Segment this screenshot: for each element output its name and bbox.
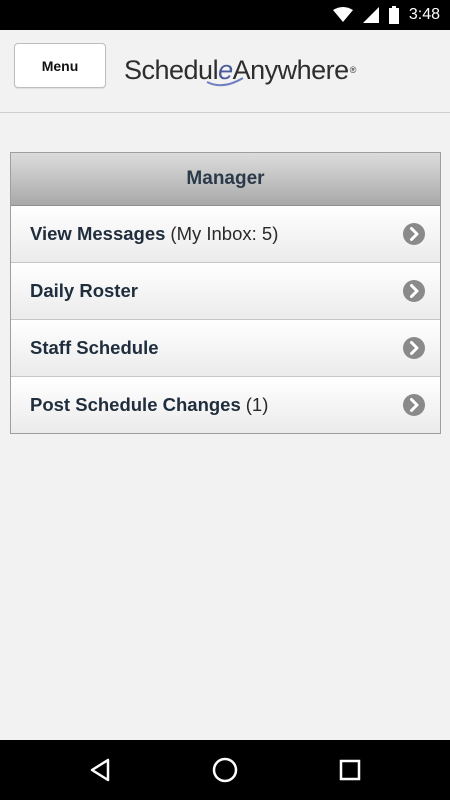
status-icons: 3:48 (332, 0, 440, 30)
app-logo: Schedul e Anywhere ® (124, 50, 356, 90)
chevron-right-icon (403, 223, 425, 245)
menu-button[interactable]: Menu (14, 43, 106, 88)
status-time: 3:48 (408, 6, 440, 23)
manager-panel: Manager View Messages (My Inbox: 5) Dail… (10, 152, 441, 434)
status-bar: 3:48 (0, 0, 450, 30)
logo-text-part1: Schedul (124, 54, 219, 85)
list-item-extra: (My Inbox: 5) (170, 223, 279, 244)
logo-text-part3: Anywhere (232, 54, 350, 85)
list-item-extra: (1) (245, 394, 269, 415)
list-item-post-schedule-changes[interactable]: Post Schedule Changes (1) (11, 377, 440, 433)
list-item-view-messages[interactable]: View Messages (My Inbox: 5) (11, 206, 440, 263)
battery-icon (388, 6, 399, 24)
app-header: Menu Schedul e Anywhere ® (0, 30, 450, 113)
chevron-right-icon (403, 280, 425, 302)
list-item-staff-schedule[interactable]: Staff Schedule (11, 320, 440, 377)
recents-icon[interactable] (335, 755, 365, 785)
back-icon[interactable] (86, 755, 116, 785)
panel-title: Manager (11, 153, 440, 206)
list-item-label: View Messages (30, 223, 166, 244)
list-item-label: Post Schedule Changes (30, 394, 241, 415)
navigation-bar (0, 740, 450, 800)
list-item-label: Daily Roster (30, 280, 138, 301)
chevron-right-icon (403, 337, 425, 359)
signal-icon (362, 7, 379, 23)
list-item-label: Staff Schedule (30, 337, 159, 358)
logo-registered-mark: ® (349, 65, 357, 75)
home-icon[interactable] (210, 755, 240, 785)
wifi-icon (332, 7, 353, 22)
list-item-daily-roster[interactable]: Daily Roster (11, 263, 440, 320)
chevron-right-icon (403, 394, 425, 416)
logo-swoosh-icon (206, 77, 244, 87)
